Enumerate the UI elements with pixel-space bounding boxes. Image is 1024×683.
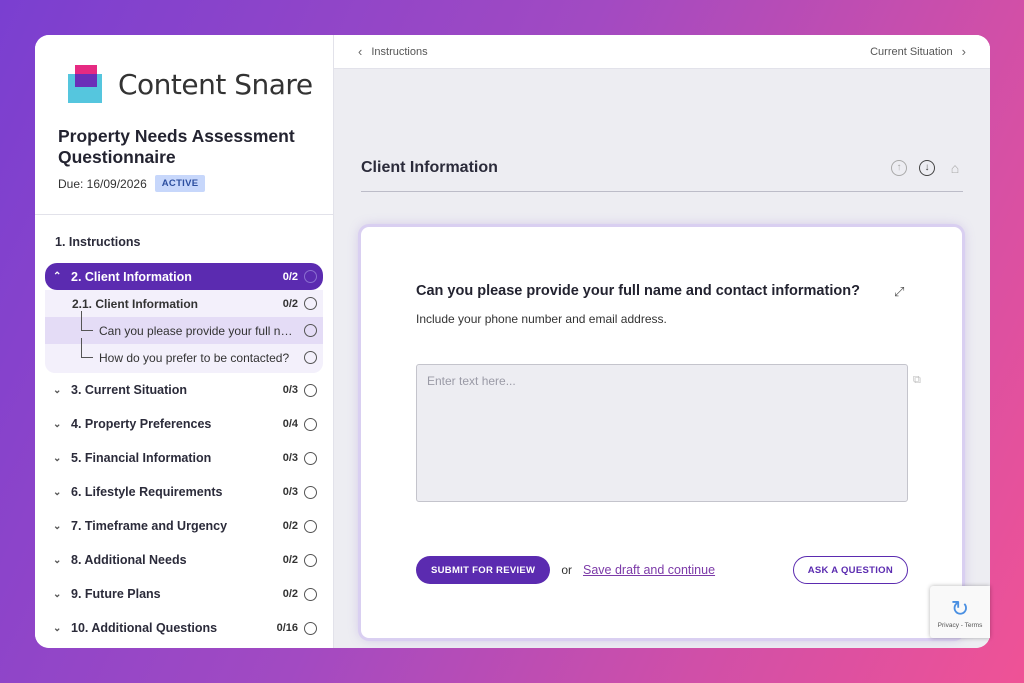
progress-count: 0/2 (282, 554, 298, 566)
question-hint: Include your phone number and email addr… (416, 312, 667, 326)
card-actions: SUBMIT FOR REVIEW or Save draft and cont… (416, 556, 908, 584)
recaptcha-links: Privacy - Terms (937, 621, 983, 629)
status-circle-icon (304, 297, 317, 310)
status-circle-icon (304, 417, 317, 431)
chevron-down-icon: ⌄ (53, 486, 62, 498)
sidebar-item-label: 3. Current Situation (71, 383, 187, 397)
question-card: Can you please provide your full name an… (361, 227, 962, 638)
brand: Content Snare (68, 65, 313, 103)
sidebar-item-future-plans[interactable]: ⌄ 9. Future Plans 0/2 (45, 577, 323, 611)
prev-section-label: Instructions (371, 45, 428, 58)
recaptcha-badge[interactable]: ↻ Privacy - Terms (930, 586, 990, 638)
section-topbar: ‹ Instructions Current Situation › (334, 35, 990, 69)
app-window: Content Snare Property Needs Assessment … (35, 35, 990, 648)
answer-textarea[interactable] (416, 364, 908, 502)
questionnaire-title: Property Needs Assessment Questionnaire (58, 126, 295, 167)
sidebar: Content Snare Property Needs Assessment … (35, 35, 334, 648)
sidebar-question-contact-preference[interactable]: How do you prefer to be contacted? (45, 338, 323, 371)
chevron-left-icon: ‹ (358, 44, 363, 59)
sidebar-item-label: 10. Additional Questions (71, 621, 218, 635)
sidebar-item-label: 2. Client Information (71, 269, 192, 284)
sidebar-item-label: 1. Instructions (55, 235, 141, 249)
status-circle-icon (304, 553, 317, 567)
sidebar-item-label: 5. Financial Information (71, 451, 212, 465)
expand-icon[interactable]: ⤢ (894, 284, 904, 300)
section-title: Client Information (361, 159, 498, 176)
brand-name: Content Snare (118, 67, 313, 101)
status-circle-icon (304, 519, 317, 533)
due-date: Due: 16/09/2026 (58, 176, 147, 191)
prev-section-link[interactable]: ‹ Instructions (358, 44, 428, 59)
sidebar-item-additional-questions[interactable]: ⌄ 10. Additional Questions 0/16 (45, 611, 323, 645)
arrow-up-circle-icon[interactable]: ↑ (891, 160, 907, 176)
status-badge: ACTIVE (154, 175, 206, 192)
status-circle-icon (304, 383, 317, 397)
chevron-down-icon: ⌄ (53, 384, 62, 396)
progress-count: 0/3 (282, 486, 298, 498)
status-circle-icon (304, 351, 317, 364)
sidebar-item-label: 8. Additional Needs (71, 553, 187, 567)
status-circle-icon (304, 324, 317, 337)
progress-count: 0/3 (282, 452, 298, 464)
copy-icon[interactable]: ⧉ (913, 374, 921, 387)
or-separator: or (561, 563, 572, 577)
chevron-down-icon: ⌄ (53, 622, 62, 634)
sidebar-item-label: 4. Property Preferences (71, 417, 212, 431)
progress-count: 0/16 (276, 622, 298, 634)
tree-connector (81, 311, 93, 331)
section-header: Client Information ↑ ↓ ⌂ (361, 145, 963, 192)
next-section-link[interactable]: Current Situation › (870, 44, 966, 59)
status-circle-icon (304, 587, 317, 601)
sidebar-item-additional-needs[interactable]: ⌄ 8. Additional Needs 0/2 (45, 543, 323, 577)
sidebar-item-label: 6. Lifestyle Requirements (71, 485, 223, 499)
due-row: Due: 16/09/2026 ACTIVE (58, 175, 206, 192)
progress-count: 0/2 (282, 588, 298, 600)
chevron-up-icon: ⌃ (53, 271, 62, 282)
sidebar-item-label: 2.1. Client Information (72, 296, 199, 311)
sidebar-item-label: Can you please provide your full name an… (99, 323, 296, 338)
status-circle-icon (304, 621, 317, 635)
content-snare-logo (68, 65, 104, 103)
chevron-down-icon: ⌄ (53, 520, 62, 532)
sidebar-item-lifestyle-requirements[interactable]: ⌄ 6. Lifestyle Requirements 0/3 (45, 475, 323, 509)
arrow-down-circle-icon[interactable]: ↓ (919, 160, 935, 176)
status-circle-icon (304, 451, 317, 465)
main-content: ‹ Instructions Current Situation › Clien… (334, 35, 990, 648)
save-draft-link[interactable]: Save draft and continue (583, 563, 715, 577)
sidebar-divider (35, 214, 333, 215)
next-section-label: Current Situation (870, 45, 953, 58)
ask-a-question-button[interactable]: ASK A QUESTION (792, 556, 908, 584)
sidebar-item-client-information[interactable]: ⌃ 2. Client Information 0/2 (45, 263, 323, 290)
progress-count: 0/4 (282, 418, 298, 430)
progress-count: 0/2 (282, 270, 298, 283)
section-nav: 1. Instructions ⌃ 2. Client Information … (45, 225, 323, 645)
client-information-subgroup: 2.1. Client Information 0/2 Can you plea… (45, 290, 323, 373)
recaptcha-icon: ↻ (950, 595, 970, 621)
chevron-down-icon: ⌄ (53, 418, 62, 430)
home-icon[interactable]: ⌂ (947, 160, 963, 176)
sidebar-item-financial-information[interactable]: ⌄ 5. Financial Information 0/3 (45, 441, 323, 475)
sidebar-item-label: How do you prefer to be contacted? (99, 350, 290, 365)
tree-connector (81, 338, 93, 358)
chevron-right-icon: › (961, 44, 966, 59)
sidebar-item-property-preferences[interactable]: ⌄ 4. Property Preferences 0/4 (45, 407, 323, 441)
sidebar-item-label: 9. Future Plans (71, 587, 161, 601)
sidebar-item-timeframe-urgency[interactable]: ⌄ 7. Timeframe and Urgency 0/2 (45, 509, 323, 543)
chevron-down-icon: ⌄ (53, 554, 62, 566)
status-circle-icon (304, 485, 317, 499)
question-text: Can you please provide your full name an… (416, 283, 860, 299)
sidebar-item-current-situation[interactable]: ⌄ 3. Current Situation 0/3 (45, 373, 323, 407)
progress-count: 0/2 (282, 297, 298, 310)
progress-count: 0/2 (282, 520, 298, 532)
chevron-down-icon: ⌄ (53, 452, 62, 464)
chevron-down-icon: ⌄ (53, 588, 62, 600)
sidebar-item-instructions[interactable]: 1. Instructions (45, 225, 323, 259)
section-controls: ↑ ↓ ⌂ (891, 160, 963, 176)
sidebar-item-label: 7. Timeframe and Urgency (71, 519, 228, 533)
progress-count: 0/3 (282, 384, 298, 396)
submit-for-review-button[interactable]: SUBMIT FOR REVIEW (416, 556, 551, 584)
status-circle-icon (304, 270, 317, 283)
